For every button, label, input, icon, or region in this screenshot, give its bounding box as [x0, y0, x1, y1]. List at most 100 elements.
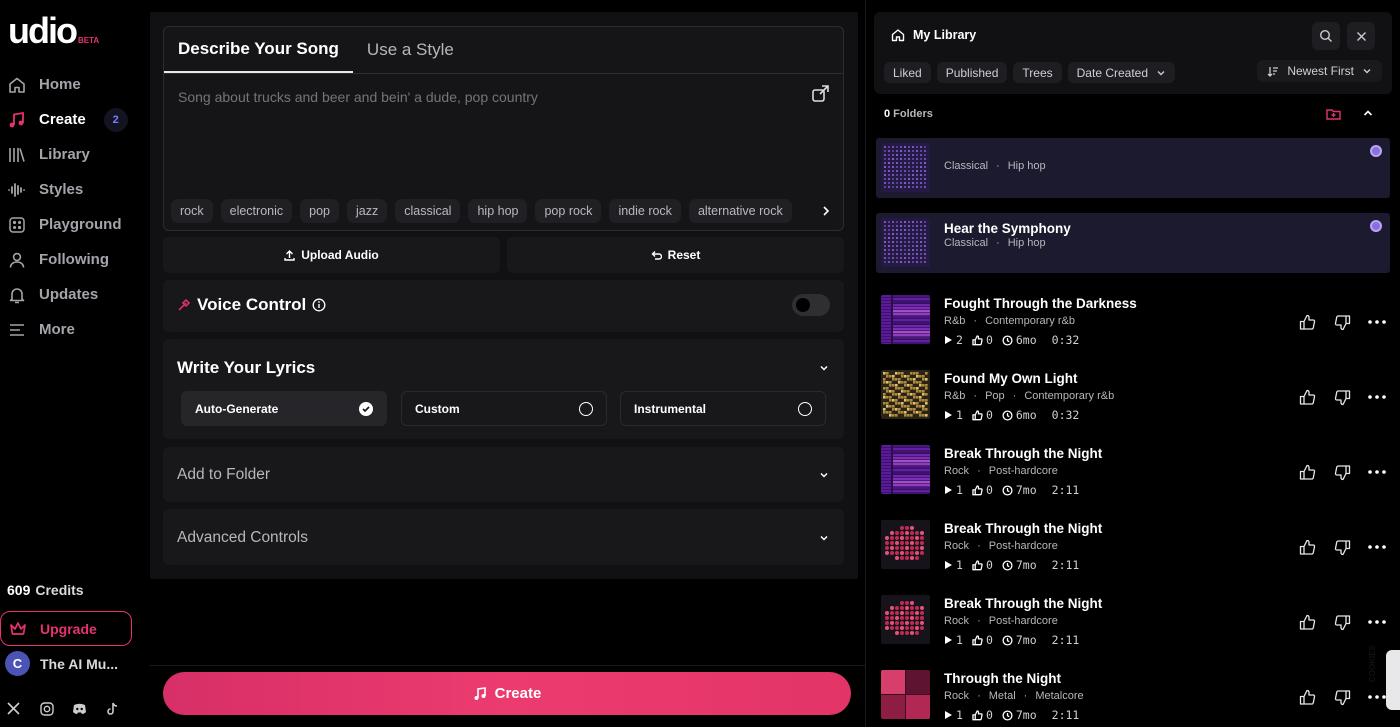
sort-dropdown[interactable]: Newest First: [1257, 60, 1382, 82]
genre-tag[interactable]: Rock: [944, 615, 969, 627]
genre-tag[interactable]: Classical: [944, 160, 988, 172]
track-row[interactable]: Found My Own Light R&b · Pop · Contemporary r…: [876, 363, 1390, 438]
nav-item-playground[interactable]: Playground: [0, 207, 140, 242]
more-options-icon[interactable]: [1368, 388, 1386, 406]
genre-tag[interactable]: Post-hardcore: [989, 615, 1058, 627]
play-icon[interactable]: [944, 410, 953, 420]
thumbs-down-icon[interactable]: [1333, 688, 1351, 706]
tab-use-a-style[interactable]: Use a Style: [353, 27, 468, 73]
more-options-icon[interactable]: [1368, 538, 1386, 556]
song-prompt-input[interactable]: [178, 89, 778, 105]
track-row[interactable]: Hear the Symphony Classical · Hip hop: [876, 213, 1390, 273]
info-icon[interactable]: [312, 298, 326, 312]
thumbs-up-icon[interactable]: [1298, 313, 1316, 331]
track-title[interactable]: Hear the Symphony: [944, 221, 1071, 236]
track-cover[interactable]: [881, 143, 930, 192]
close-icon[interactable]: [1347, 22, 1375, 50]
chevron-down-icon[interactable]: [818, 362, 830, 374]
lyrics-option-custom[interactable]: Custom: [401, 391, 607, 426]
genre-tag[interactable]: Pop: [985, 390, 1005, 402]
genre-tag[interactable]: Contemporary r&b: [1024, 390, 1114, 402]
track-cover[interactable]: [881, 595, 930, 644]
play-icon[interactable]: [944, 485, 953, 495]
genre-chip[interactable]: electronic: [220, 199, 293, 223]
lyrics-option-instrumental[interactable]: Instrumental: [620, 391, 826, 426]
add-folder-icon[interactable]: [1326, 107, 1341, 121]
thumbs-up-icon[interactable]: [1298, 613, 1316, 631]
genre-tag[interactable]: Classical: [944, 237, 988, 249]
tab-describe-your-song[interactable]: Describe Your Song: [164, 27, 353, 73]
voice-control-toggle[interactable]: [792, 294, 830, 316]
nav-item-home[interactable]: Home: [0, 67, 140, 102]
create-button[interactable]: Create: [163, 672, 851, 715]
nav-item-updates[interactable]: Updates: [0, 277, 140, 312]
track-row[interactable]: Break Through the Night Rock · Post-hardcor…: [876, 588, 1390, 663]
track-title[interactable]: Break Through the Night: [944, 596, 1102, 611]
play-icon[interactable]: [944, 635, 953, 645]
track-row[interactable]: Break Through the Night Rock · Post-hardcor…: [876, 513, 1390, 588]
genre-chip[interactable]: jazz: [346, 199, 388, 223]
genre-chip[interactable]: hip hop: [468, 199, 528, 223]
filter-liked[interactable]: Liked: [884, 62, 931, 83]
genre-chip[interactable]: pop: [300, 199, 339, 223]
track-cover[interactable]: [881, 218, 930, 267]
more-options-icon[interactable]: [1368, 463, 1386, 481]
upgrade-button[interactable]: Upgrade: [0, 611, 132, 646]
genre-chip[interactable]: indie rock: [609, 199, 681, 223]
thumbs-down-icon[interactable]: [1333, 538, 1351, 556]
play-icon[interactable]: [944, 560, 953, 570]
track-cover[interactable]: [881, 520, 930, 569]
track-row[interactable]: Classical · Hip hop: [876, 138, 1390, 198]
nav-item-create[interactable]: Create 2: [0, 102, 140, 137]
genre-tag[interactable]: Metal: [989, 690, 1016, 702]
filter-published[interactable]: Published: [936, 62, 1008, 83]
cookie-tab[interactable]: COOKIES: [1368, 645, 1400, 710]
chips-next-button[interactable]: [809, 199, 843, 223]
genre-tag[interactable]: Rock: [944, 540, 969, 552]
track-title[interactable]: Break Through the Night: [944, 521, 1102, 536]
search-icon[interactable]: [1312, 22, 1340, 50]
nav-item-following[interactable]: Following: [0, 242, 140, 277]
track-title[interactable]: Through the Night: [944, 671, 1061, 686]
nav-item-library[interactable]: Library: [0, 137, 140, 172]
genre-tag[interactable]: Rock: [944, 690, 969, 702]
genre-tag[interactable]: Contemporary r&b: [985, 315, 1075, 327]
genre-tag[interactable]: Rock: [944, 465, 969, 477]
user-profile[interactable]: C The AI Mu...: [5, 651, 118, 676]
advanced-controls-section[interactable]: Advanced Controls: [163, 509, 844, 565]
more-options-icon[interactable]: [1368, 613, 1386, 631]
genre-chip[interactable]: classical: [395, 199, 461, 223]
genre-chip[interactable]: alternative rock: [688, 199, 792, 223]
instagram-icon[interactable]: [39, 701, 54, 716]
share-icon[interactable]: [811, 83, 831, 103]
track-row[interactable]: Through the Night Rock · Metal · Metalcore 1 0 7…: [876, 663, 1390, 727]
genre-tag[interactable]: Hip hop: [1008, 160, 1046, 172]
track-cover[interactable]: [881, 295, 930, 344]
track-row[interactable]: Break Through the Night Rock · Post-hardcor…: [876, 438, 1390, 513]
selected-indicator[interactable]: [1370, 145, 1382, 157]
genre-tag[interactable]: Metalcore: [1035, 690, 1083, 702]
genre-tag[interactable]: Post-hardcore: [989, 465, 1058, 477]
nav-item-styles[interactable]: Styles: [0, 172, 140, 207]
thumbs-up-icon[interactable]: [1298, 538, 1316, 556]
filter-date-created[interactable]: Date Created: [1067, 62, 1176, 83]
add-to-folder-section[interactable]: Add to Folder: [163, 447, 844, 502]
thumbs-down-icon[interactable]: [1333, 463, 1351, 481]
track-cover[interactable]: [881, 670, 930, 719]
thumbs-up-icon[interactable]: [1298, 388, 1316, 406]
chevron-up-icon[interactable]: [1362, 107, 1374, 121]
track-row[interactable]: Fought Through the Darkness R&b · Contempor…: [876, 288, 1390, 363]
genre-tag[interactable]: R&b: [944, 390, 965, 402]
genre-tag[interactable]: Hip hop: [1008, 237, 1046, 249]
thumbs-down-icon[interactable]: [1333, 313, 1351, 331]
selected-indicator[interactable]: [1370, 220, 1382, 232]
tiktok-icon[interactable]: [105, 701, 120, 716]
thumbs-up-icon[interactable]: [1298, 463, 1316, 481]
genre-tag[interactable]: R&b: [944, 315, 965, 327]
more-options-icon[interactable]: [1368, 688, 1386, 706]
udio-logo[interactable]: udio BETA: [8, 13, 99, 49]
thumbs-down-icon[interactable]: [1333, 388, 1351, 406]
genre-tag[interactable]: Post-hardcore: [989, 540, 1058, 552]
thumbs-up-icon[interactable]: [1298, 688, 1316, 706]
reset-button[interactable]: Reset: [507, 237, 844, 273]
